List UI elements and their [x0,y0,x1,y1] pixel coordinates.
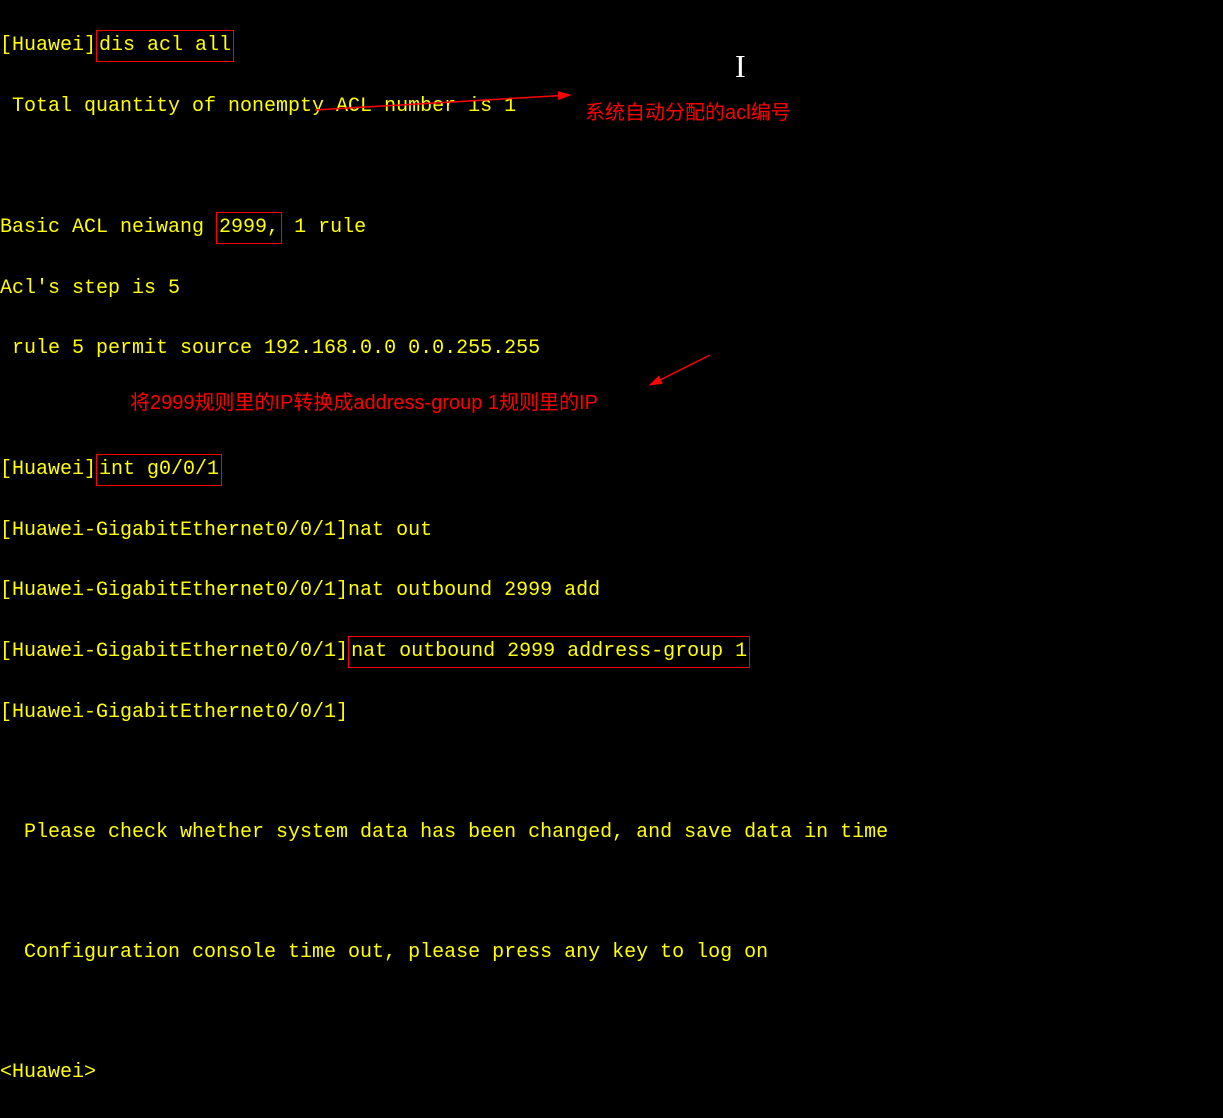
prompt-ge-interface-2: [Huawei-GigabitEthernet0/0/1] [0,698,1223,728]
annotation-ip-convert: 将2999规则里的IP转换成address-group 1规则里的IP [130,388,598,418]
command-box-nat-outbound: nat outbound 2999 address-group 1 [348,636,750,668]
cmd-nat-outbound: nat outbound 2999 address-group 1 [351,640,747,663]
prompt-huawei: [Huawei] [0,34,96,57]
terminal-output[interactable]: [Huawei]dis acl all Total quantity of no… [0,0,1223,1118]
acl-number-box: 2999, [216,212,282,244]
output-timeout: Configuration console time out, please p… [0,938,1223,968]
command-box-int: int g0/0/1 [96,454,222,486]
output-nat-out: [Huawei-GigabitEthernet0/0/1]nat out [0,516,1223,546]
command-box-dis-acl: dis acl all [96,30,234,62]
acl-number: 2999, [219,216,279,239]
prompt-huawei-angle: <Huawei> [0,1058,1223,1088]
text-cursor-icon: I [735,42,746,90]
cmd-int-g001: int g0/0/1 [99,458,219,481]
output-basic-acl-prefix: Basic ACL neiwang [0,216,216,239]
cmd-dis-acl-all: dis acl all [99,34,231,57]
output-rule-count: 1 rule [282,216,366,239]
output-rule-5: rule 5 permit source 192.168.0.0 0.0.255… [0,334,1223,364]
output-nat-outbound-add: [Huawei-GigabitEthernet0/0/1]nat outboun… [0,576,1223,606]
prompt-huawei-2: [Huawei] [0,458,96,481]
output-acl-step: Acl's step is 5 [0,274,1223,304]
output-save-warning: Please check whether system data has bee… [0,818,1223,848]
prompt-ge-interface: [Huawei-GigabitEthernet0/0/1] [0,640,348,663]
annotation-acl-number: 系统自动分配的acl编号 [585,98,791,128]
